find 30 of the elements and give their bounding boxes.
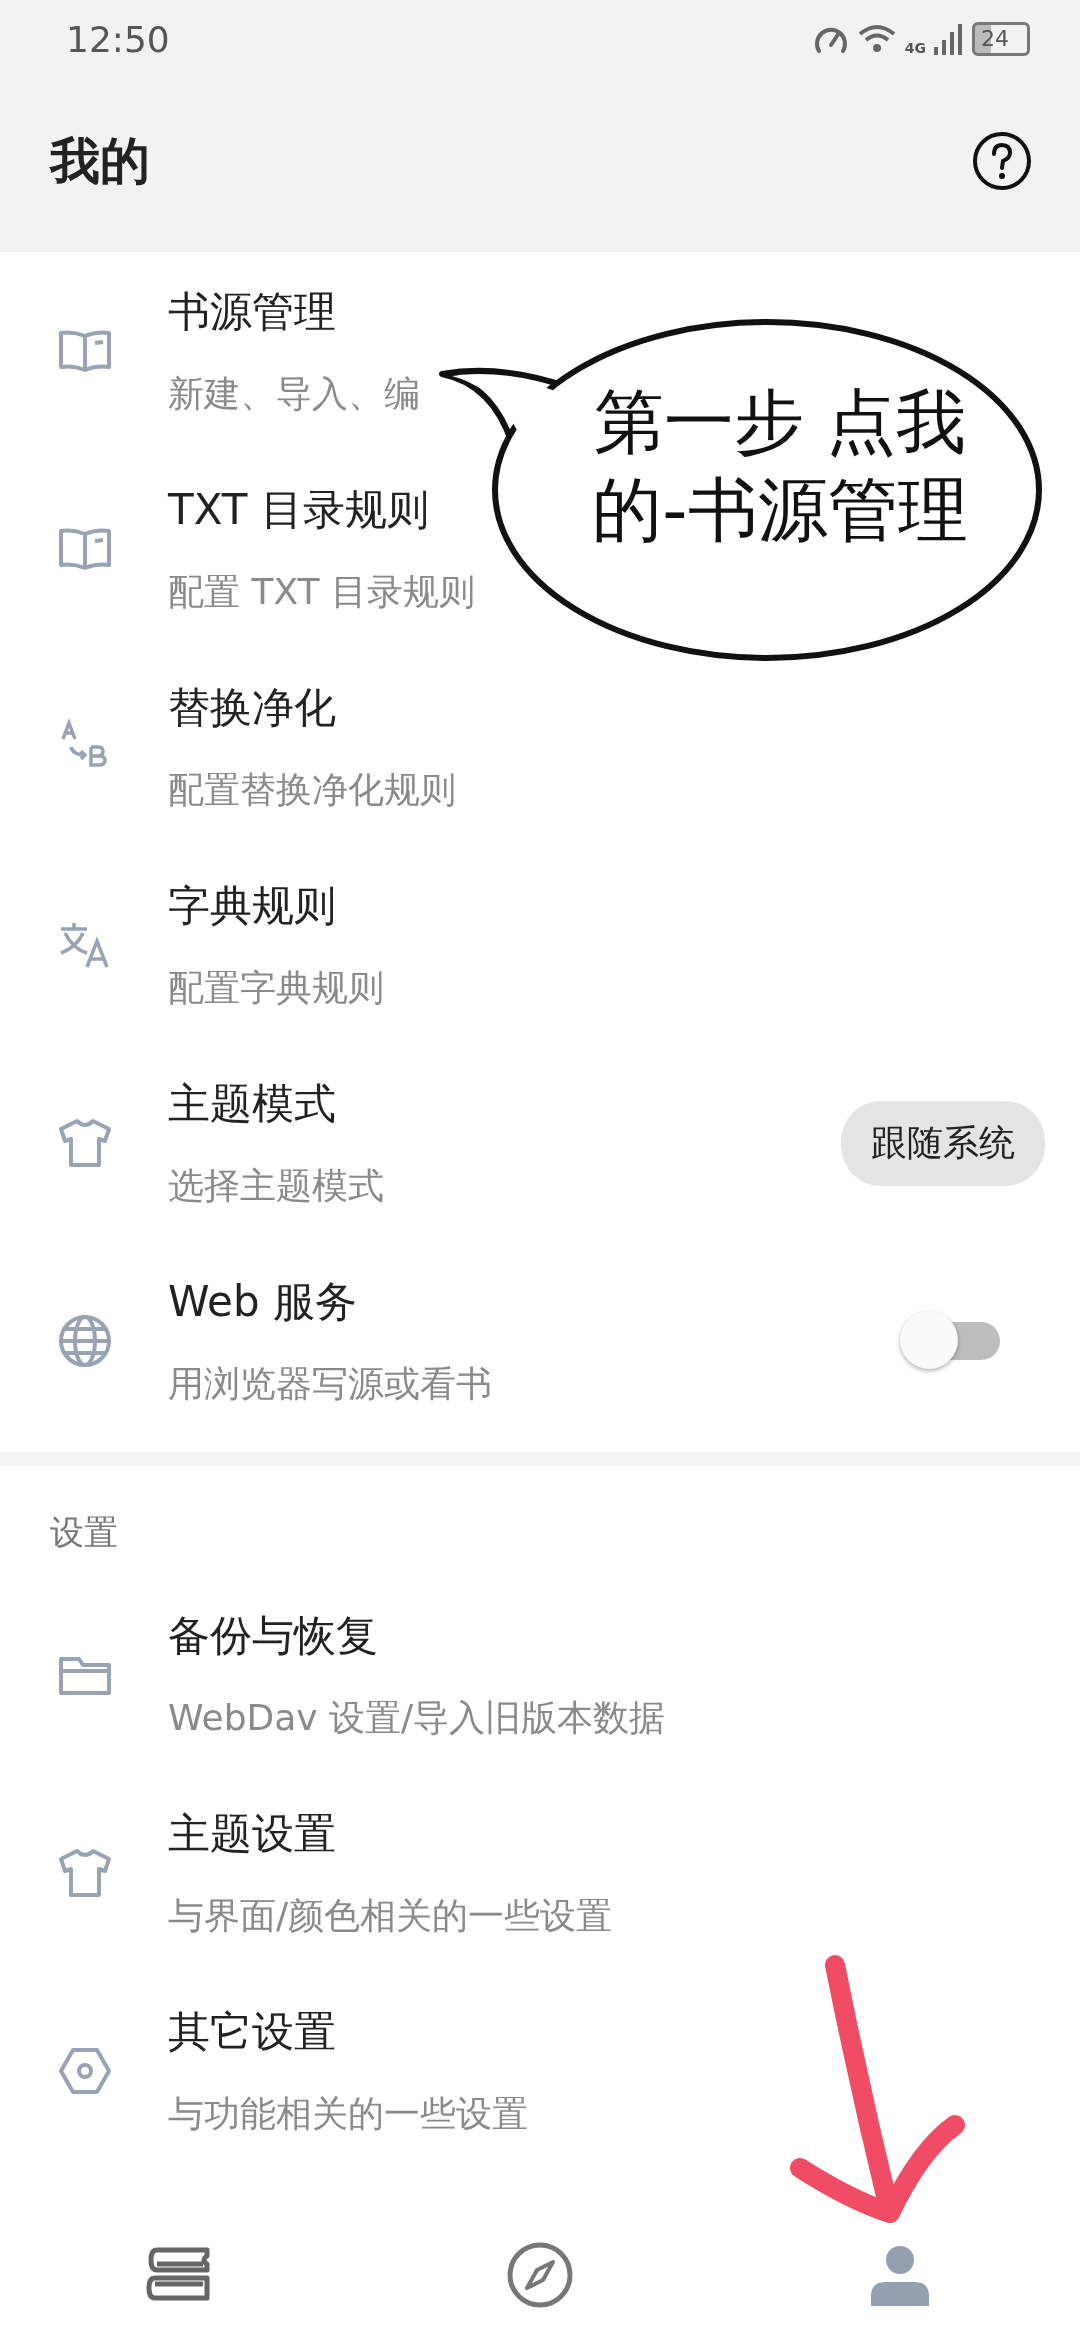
item-title: TXT 目录规则 (168, 483, 429, 536)
item-title: 主题模式 (168, 1077, 336, 1130)
page-title: 我的 (50, 130, 150, 192)
section-title: 设置 (49, 1511, 119, 1554)
signal-icon (934, 23, 964, 55)
item-subtitle: 配置字典规则 (168, 965, 384, 1010)
item-subtitle: 与功能相关的一些设置 (168, 2091, 528, 2136)
status-time: 12:50 (66, 18, 170, 60)
bubble-text: 第一步 点我 的-书源管理 (591, 380, 969, 553)
network-type: 4G (904, 40, 926, 56)
item-subtitle: 选择主题模式 (168, 1163, 384, 1208)
item-subtitle: 配置替换净化规则 (168, 767, 456, 812)
battery-indicator: 24 (972, 22, 1030, 56)
item-title: 其它设置 (168, 2005, 336, 2058)
compass-icon[interactable] (505, 2240, 575, 2310)
item-title: 替换净化 (168, 681, 336, 734)
item-subtitle: 与界面/颜色相关的一些设置 (168, 1893, 613, 1938)
item-subtitle: 配置 TXT 目录规则 (168, 569, 475, 614)
item-title: 备份与恢复 (168, 1609, 378, 1662)
theme-mode-chip[interactable]: 跟随系统 (841, 1100, 1045, 1186)
item-subtitle: WebDav 设置/导入旧版本数据 (168, 1695, 666, 1740)
item-title: 字典规则 (168, 879, 336, 932)
item-subtitle: 用浏览器写源或看书 (168, 1361, 492, 1406)
toggle-switch[interactable] (900, 1311, 1000, 1371)
item-title: 主题设置 (168, 1807, 336, 1860)
item-title: 书源管理 (168, 285, 336, 338)
wifi-icon (856, 23, 897, 55)
item-title: Web 服务 (168, 1275, 357, 1328)
item-subtitle: 新建、导入、编 (168, 371, 420, 416)
help-icon[interactable] (972, 131, 1032, 191)
